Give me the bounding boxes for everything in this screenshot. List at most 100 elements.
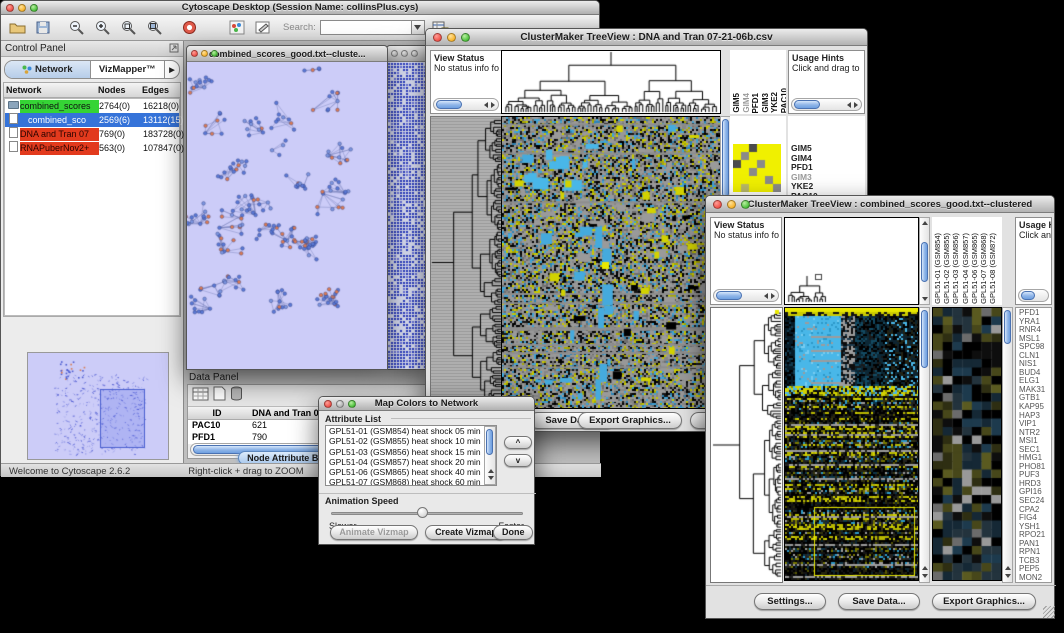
background-network-titlebar[interactable] — [387, 46, 430, 62]
zoom-fit-icon[interactable] — [145, 19, 165, 37]
done-button[interactable]: Done — [493, 525, 533, 540]
zoom-button[interactable] — [348, 400, 356, 408]
tv1-status-hscrollbar[interactable] — [433, 98, 499, 111]
close-button[interactable] — [6, 4, 14, 12]
zoom-selected-icon[interactable] — [119, 19, 139, 37]
tv2-export-graphics-button[interactable]: Export Graphics... — [932, 593, 1036, 610]
scroll-up-icon[interactable] — [488, 469, 494, 473]
array-column-label[interactable]: GPL51-02 (GSM855) — [943, 233, 951, 304]
gene-label[interactable]: MON2 — [1019, 574, 1051, 583]
minimize-button[interactable] — [336, 400, 344, 408]
scroll-right-icon[interactable] — [491, 102, 495, 108]
tv2-row-dendrogram[interactable] — [710, 307, 783, 583]
network-list-row[interactable]: combined_sco 2569(6) 13112(15) — [5, 113, 179, 127]
tv2-save-data-button[interactable]: Save Data... — [838, 593, 920, 610]
attribute-list-item[interactable]: GPL51-03 (GSM856) heat shock 15 min — [329, 447, 496, 457]
gene-column-label[interactable]: GIM3 — [762, 93, 771, 113]
float-panel-icon[interactable] — [169, 43, 179, 54]
array-column-label[interactable]: GPL51-07 (GSM868) — [980, 233, 988, 304]
scroll-up-icon[interactable] — [922, 221, 928, 225]
attribute-down-button[interactable]: v — [504, 454, 532, 467]
treeview2-titlebar[interactable]: ClusterMaker TreeView : combined_scores_… — [706, 196, 1054, 213]
tv2-heatmap[interactable] — [784, 307, 919, 581]
close-button[interactable] — [713, 200, 722, 209]
scroll-down-icon[interactable] — [922, 297, 928, 301]
array-column-label[interactable]: GPL51-06 (GSM865) — [971, 233, 979, 304]
gene-column-label[interactable]: GIM4 — [743, 93, 752, 113]
tv2-zoom-vscrollbar[interactable] — [1002, 307, 1013, 583]
zoom-button[interactable] — [461, 33, 470, 42]
scroll-left-icon[interactable] — [764, 293, 768, 299]
zoom-in-icon[interactable] — [93, 19, 113, 37]
delete-attribute-icon[interactable] — [230, 386, 243, 406]
tv2-heatmap-canvas[interactable] — [785, 308, 918, 580]
minimize-button[interactable] — [401, 50, 408, 57]
tv2-settings-button[interactable]: Settings... — [754, 593, 826, 610]
tv1-zoom-matrix-canvas[interactable] — [733, 144, 781, 192]
tv1-hints-hscrollbar[interactable] — [791, 98, 862, 111]
open-session-icon[interactable] — [7, 19, 27, 37]
tab-overflow-button[interactable]: ▶ — [164, 61, 179, 78]
attribute-list-item[interactable]: GPL51-04 (GSM857) heat shock 20 min — [329, 457, 496, 467]
network-overview-canvas[interactable] — [27, 352, 169, 460]
tab-network[interactable]: Network — [5, 61, 91, 78]
scroll-left-icon[interactable] — [484, 102, 488, 108]
network-view-canvas[interactable] — [187, 62, 387, 369]
zoom-button[interactable] — [30, 4, 38, 12]
tv1-column-dendrogram[interactable] — [501, 50, 721, 114]
tv1-heatmap[interactable] — [501, 116, 721, 409]
scroll-right-icon[interactable] — [854, 102, 858, 108]
scroll-up-icon[interactable] — [922, 566, 928, 570]
array-column-label[interactable]: GPL51-08 (GSM872) — [989, 233, 997, 304]
gene-column-label[interactable]: PAC10 — [781, 88, 787, 113]
network-list-row[interactable]: DNA and Tran 07 769(0) 183728(0) — [5, 127, 179, 141]
tv2-hints-hscrollbar[interactable] — [1018, 289, 1049, 302]
tv2-zoom-heatmap-canvas[interactable] — [933, 308, 1001, 580]
annotation-icon[interactable] — [253, 19, 273, 37]
treeview1-titlebar[interactable]: ClusterMaker TreeView : DNA and Tran 07-… — [426, 29, 867, 46]
map-colors-titlebar[interactable]: Map Colors to Network — [319, 397, 534, 411]
tv2-status-hscrollbar[interactable] — [713, 289, 779, 302]
close-button[interactable] — [433, 33, 442, 42]
main-titlebar[interactable]: Cytoscape Desktop (Session Name: collins… — [1, 1, 599, 15]
attribute-list-item[interactable]: GPL51-01 (GSM854) heat shock 05 min — [329, 426, 496, 436]
minimize-button[interactable] — [727, 200, 736, 209]
tv2-row-dendrogram-canvas[interactable] — [711, 308, 782, 582]
tv2-column-tree[interactable] — [784, 217, 919, 305]
close-button[interactable] — [391, 50, 398, 57]
scroll-left-icon[interactable] — [847, 102, 851, 108]
array-column-label[interactable]: GPL51-03 (GSM856) — [952, 233, 960, 304]
background-network-canvas[interactable] — [387, 62, 430, 369]
tv1-export-graphics-button[interactable]: Export Graphics... — [578, 412, 682, 429]
scroll-up-icon[interactable] — [1005, 566, 1011, 570]
zoom-button[interactable] — [211, 50, 218, 57]
scroll-down-icon[interactable] — [1005, 574, 1011, 578]
network-view-titlebar[interactable]: combined_scores_good.txt--cluste... — [187, 46, 387, 62]
new-attribute-icon[interactable] — [213, 386, 226, 406]
resize-grip[interactable] — [1043, 606, 1055, 618]
zoom-out-icon[interactable] — [67, 19, 87, 37]
tv2-top-vscrollbar[interactable] — [919, 217, 930, 305]
minimize-button[interactable] — [18, 4, 26, 12]
animate-vizmap-button[interactable]: Animate Vizmap — [330, 525, 418, 540]
attribute-list-item[interactable]: GPL51-06 (GSM865) heat shock 40 min — [329, 467, 496, 477]
tv2-column-tree-canvas[interactable] — [785, 218, 918, 304]
tv1-heatmap-canvas[interactable] — [502, 117, 720, 408]
gene-column-label[interactable]: GIM5 — [733, 93, 742, 113]
network-list-row[interactable]: combined_scores 2764(0) 16218(0) — [5, 99, 179, 113]
scroll-down-icon[interactable] — [488, 476, 494, 480]
gene-column-label[interactable]: PFD1 — [752, 93, 761, 113]
zoom-button[interactable] — [411, 50, 418, 57]
tv1-row-dendrogram-canvas[interactable] — [431, 117, 502, 408]
scroll-down-icon[interactable] — [922, 574, 928, 578]
animation-speed-slider-thumb[interactable] — [417, 507, 428, 518]
attribute-up-button[interactable]: ^ — [504, 436, 532, 449]
attribute-list-item[interactable]: GPL51-02 (GSM855) heat shock 10 min — [329, 436, 496, 446]
tv2-zoom-heatmap[interactable] — [932, 307, 1002, 581]
tv2-heatmap-vscrollbar[interactable] — [919, 307, 930, 583]
help-icon[interactable] — [179, 19, 199, 37]
search-dropdown-button[interactable] — [412, 20, 425, 35]
close-button[interactable] — [324, 400, 332, 408]
zoom-button[interactable] — [741, 200, 750, 209]
search-input[interactable] — [320, 20, 412, 35]
